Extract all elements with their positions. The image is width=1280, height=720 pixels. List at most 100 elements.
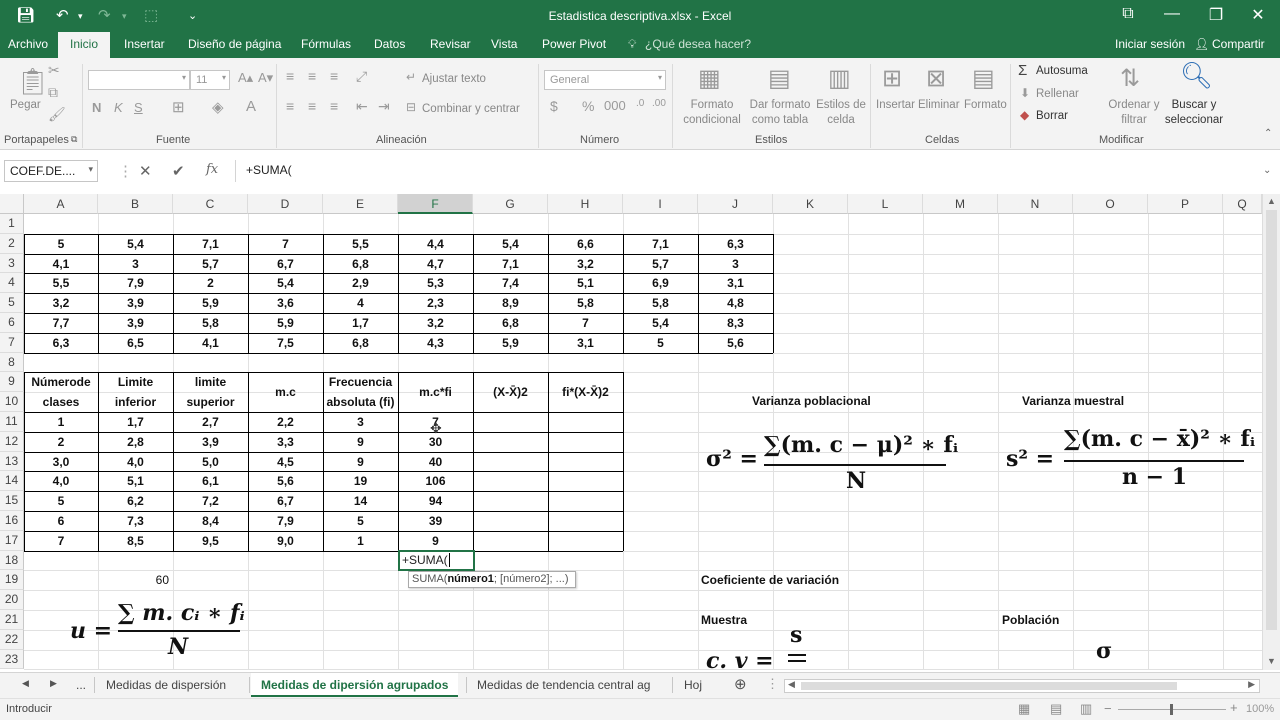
- data-cell[interactable]: 4,1: [24, 254, 98, 274]
- data-cell[interactable]: 8,9: [473, 293, 548, 313]
- row-header-20[interactable]: 20: [0, 590, 24, 610]
- freq-cell[interactable]: 9: [398, 531, 473, 551]
- paste-button[interactable]: Pegar: [10, 98, 41, 113]
- data-cell[interactable]: 3,2: [24, 293, 98, 313]
- tell-me-box[interactable]: ¿Qué desea hacer?: [645, 37, 751, 51]
- italic-button[interactable]: K: [114, 100, 123, 115]
- data-cell[interactable]: 6,6: [548, 234, 623, 254]
- formula-input[interactable]: +SUMA(: [235, 160, 1275, 182]
- data-cell[interactable]: 2,9: [323, 273, 398, 293]
- data-cell[interactable]: 4,7: [398, 254, 473, 274]
- cancel-button[interactable]: ✕: [139, 162, 152, 180]
- data-cell[interactable]: 2: [173, 273, 248, 293]
- freq-cell[interactable]: 7,9: [248, 511, 323, 531]
- cell-styles-icon[interactable]: ▥: [828, 64, 851, 93]
- tab-archivo[interactable]: Archivo: [8, 37, 48, 51]
- data-cell[interactable]: 5,4: [623, 313, 698, 333]
- freq-cell[interactable]: 6: [24, 511, 98, 531]
- freq-cell[interactable]: 5,1: [98, 471, 173, 491]
- freq-cell[interactable]: 5: [24, 491, 98, 511]
- freq-cell[interactable]: 2: [24, 432, 98, 452]
- data-cell[interactable]: 3,6: [248, 293, 323, 313]
- close-button[interactable]: ✕: [1238, 5, 1278, 25]
- data-cell[interactable]: 5,4: [248, 273, 323, 293]
- data-cell[interactable]: 1,7: [323, 313, 398, 333]
- column-header-p[interactable]: P: [1148, 194, 1223, 214]
- tab-insertar[interactable]: Insertar: [124, 37, 165, 51]
- sort-filter-button[interactable]: Ordenar y filtrar: [1106, 98, 1162, 128]
- page-layout-icon[interactable]: ▤: [1050, 701, 1062, 717]
- align-middle-icon[interactable]: ≡: [308, 68, 316, 84]
- data-cell[interactable]: 5,9: [473, 333, 548, 353]
- sheet-tab-medidas-dispersion-agrupados[interactable]: Medidas de dipersión agrupados: [251, 673, 459, 697]
- freq-cell[interactable]: 94: [398, 491, 473, 511]
- freq-header[interactable]: Limite inferior: [98, 372, 173, 412]
- data-cell[interactable]: 5,7: [173, 254, 248, 274]
- data-cell[interactable]: 7,1: [623, 234, 698, 254]
- data-cell[interactable]: 6,3: [24, 333, 98, 353]
- row-header-2[interactable]: 2: [0, 233, 24, 254]
- zoom-in-icon[interactable]: +: [1230, 700, 1238, 715]
- column-header-k[interactable]: K: [773, 194, 848, 214]
- freq-cell[interactable]: 3: [323, 412, 398, 432]
- freq-cell[interactable]: 6,7: [248, 491, 323, 511]
- row-header-13[interactable]: 13: [0, 451, 24, 472]
- zoom-out-icon[interactable]: −: [1104, 701, 1112, 716]
- data-cell[interactable]: 5,5: [323, 234, 398, 254]
- vertical-scrollbar[interactable]: ▲ ▼: [1262, 194, 1280, 670]
- autosum-icon[interactable]: Σ: [1018, 62, 1027, 79]
- data-cell[interactable]: 3,1: [698, 273, 773, 293]
- data-cell[interactable]: 2,3: [398, 293, 473, 313]
- tab-revisar[interactable]: Revisar: [430, 37, 471, 51]
- currency-icon[interactable]: $: [550, 98, 558, 114]
- freq-cell[interactable]: 4,0: [24, 471, 98, 491]
- data-cell[interactable]: 3,9: [98, 313, 173, 333]
- merge-center-button[interactable]: Combinar y centrar: [422, 102, 520, 117]
- data-cell[interactable]: 6,8: [473, 313, 548, 333]
- data-cell[interactable]: 7: [248, 234, 323, 254]
- next-sheet-icon[interactable]: ▶: [50, 678, 57, 689]
- data-cell[interactable]: 4: [323, 293, 398, 313]
- fill-icon[interactable]: ⬇: [1020, 86, 1030, 100]
- align-bottom-icon[interactable]: ≡: [330, 68, 338, 84]
- dialog-launcher-icon[interactable]: ⧉: [71, 134, 77, 145]
- data-cell[interactable]: 4,1: [173, 333, 248, 353]
- data-cell[interactable]: 6,8: [323, 254, 398, 274]
- editing-cell-f18[interactable]: +SUMA(: [398, 550, 475, 571]
- row-header-1[interactable]: 1: [0, 214, 24, 234]
- format-cells-icon[interactable]: ▤: [972, 64, 995, 93]
- number-format-box[interactable]: General ▾: [544, 70, 666, 90]
- fill-button[interactable]: Rellenar: [1036, 87, 1079, 102]
- column-header-d[interactable]: D: [248, 194, 323, 214]
- expand-formula-icon[interactable]: ⌄: [1263, 165, 1271, 176]
- data-cell[interactable]: 3,2: [548, 254, 623, 274]
- freq-cell[interactable]: 1: [24, 412, 98, 432]
- freq-cell[interactable]: 4,0: [98, 452, 173, 472]
- row-header-21[interactable]: 21: [0, 610, 24, 630]
- sheet-tab-more[interactable]: ...: [66, 673, 96, 697]
- row-header-18[interactable]: 18: [0, 550, 24, 571]
- data-cell[interactable]: 6,7: [248, 254, 323, 274]
- clear-icon[interactable]: ◆: [1020, 108, 1029, 122]
- underline-button[interactable]: S: [134, 100, 143, 115]
- comma-style-icon[interactable]: 000: [604, 98, 626, 113]
- hscroll-thumb[interactable]: [801, 682, 1177, 690]
- tab-datos[interactable]: Datos: [374, 37, 405, 51]
- data-cell[interactable]: 6,9: [623, 273, 698, 293]
- data-cell[interactable]: 7,9: [98, 273, 173, 293]
- font-size-box[interactable]: 11 ▾: [190, 70, 230, 90]
- sign-in-link[interactable]: Iniciar sesión: [1115, 37, 1185, 51]
- tab-diseno-pagina[interactable]: Diseño de página: [188, 37, 281, 51]
- data-cell[interactable]: 7,4: [473, 273, 548, 293]
- column-header-e[interactable]: E: [323, 194, 398, 214]
- normal-view-icon[interactable]: ▦: [1018, 701, 1030, 717]
- increase-decimal-icon[interactable]: .0: [636, 98, 644, 109]
- format-painter-icon[interactable]: 🖌︎: [48, 106, 66, 123]
- copy-icon[interactable]: ⧉: [48, 84, 58, 101]
- search-icon[interactable]: 🔍︎: [1180, 60, 1213, 91]
- column-header-c[interactable]: C: [173, 194, 248, 214]
- row-header-12[interactable]: 12: [0, 431, 24, 452]
- data-cell[interactable]: 5,8: [623, 293, 698, 313]
- autosum-button[interactable]: Autosuma: [1036, 64, 1088, 79]
- data-cell[interactable]: 8,3: [698, 313, 773, 333]
